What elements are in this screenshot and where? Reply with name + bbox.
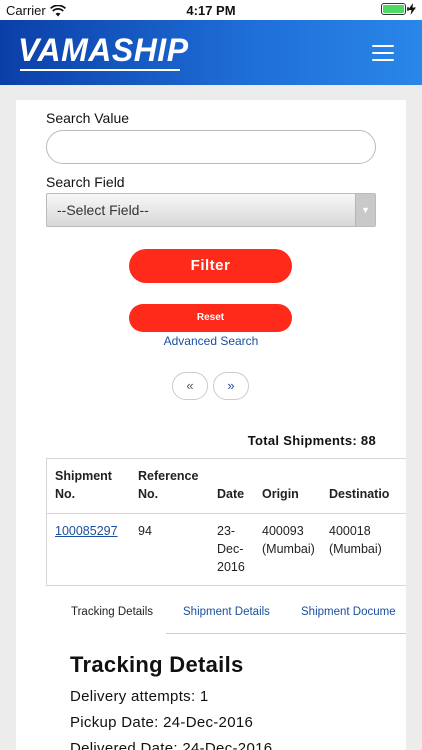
search-value-label: Search Value xyxy=(46,110,130,126)
battery-status xyxy=(381,3,416,15)
total-shipments: Total Shipments: 88 xyxy=(247,433,376,448)
reset-button[interactable]: Reset xyxy=(129,304,292,332)
charging-bolt-icon xyxy=(408,3,416,15)
delivered-date-text: Delivered Date: 24-Dec-2016 xyxy=(70,740,273,750)
destination-cell: 400018 (Mumbai) xyxy=(329,524,382,556)
detail-tabs: Tracking Details Shipment Details Shipme… xyxy=(46,586,406,634)
table-header-divider xyxy=(47,513,406,514)
pagination-prev-button[interactable]: « xyxy=(172,372,208,400)
delivery-attempts-text: Delivery attempts: 1 xyxy=(70,688,209,705)
app-header: VAMASHIP xyxy=(0,20,422,85)
vamaship-logo[interactable]: VAMASHIP xyxy=(18,32,189,69)
tab-shipment-documents[interactable]: Shipment Docume xyxy=(301,606,396,618)
status-bar: Carrier 4:17 PM xyxy=(0,0,422,20)
pickup-date-text: Pickup Date: 24-Dec-2016 xyxy=(70,714,254,731)
filter-button[interactable]: Filter xyxy=(129,249,292,283)
shipment-number-link[interactable]: 100085297 xyxy=(55,522,118,540)
battery-icon xyxy=(381,3,409,15)
column-header-shipment-no: Shipment No. xyxy=(55,469,112,501)
origin-cell: 400093 (Mumbai) xyxy=(262,524,315,556)
advanced-search-link[interactable]: Advanced Search xyxy=(16,334,406,348)
date-cell: 23- Dec- 2016 xyxy=(217,524,245,574)
pagination-next-button[interactable]: » xyxy=(213,372,249,400)
clock: 4:17 PM xyxy=(186,3,236,18)
tab-shipment-details[interactable]: Shipment Details xyxy=(183,606,270,618)
column-header-date: Date xyxy=(217,487,245,501)
tab-tracking-details[interactable]: Tracking Details xyxy=(71,606,153,618)
shipments-table: Shipment No. Reference No. Date Origin D… xyxy=(46,458,406,586)
column-header-origin: Origin xyxy=(262,487,299,501)
search-field-label: Search Field xyxy=(46,174,125,190)
hamburger-icon[interactable] xyxy=(372,45,394,61)
column-header-destination: Destinatio xyxy=(329,487,390,501)
search-value-input[interactable] xyxy=(46,130,376,164)
column-header-reference-no: Reference No. xyxy=(138,469,199,501)
logo-underline xyxy=(20,69,180,71)
chevron-down-icon: ▼ xyxy=(355,194,375,226)
reference-number-cell: 94 xyxy=(138,524,152,538)
tabs-underline xyxy=(166,633,406,634)
tracking-details-title: Tracking Details xyxy=(70,652,244,677)
shipments-card: Search Value Search Field --Select Field… xyxy=(16,100,406,750)
search-field-selected-value: --Select Field-- xyxy=(57,202,149,218)
search-field-select[interactable]: --Select Field-- ▼ xyxy=(46,193,376,227)
